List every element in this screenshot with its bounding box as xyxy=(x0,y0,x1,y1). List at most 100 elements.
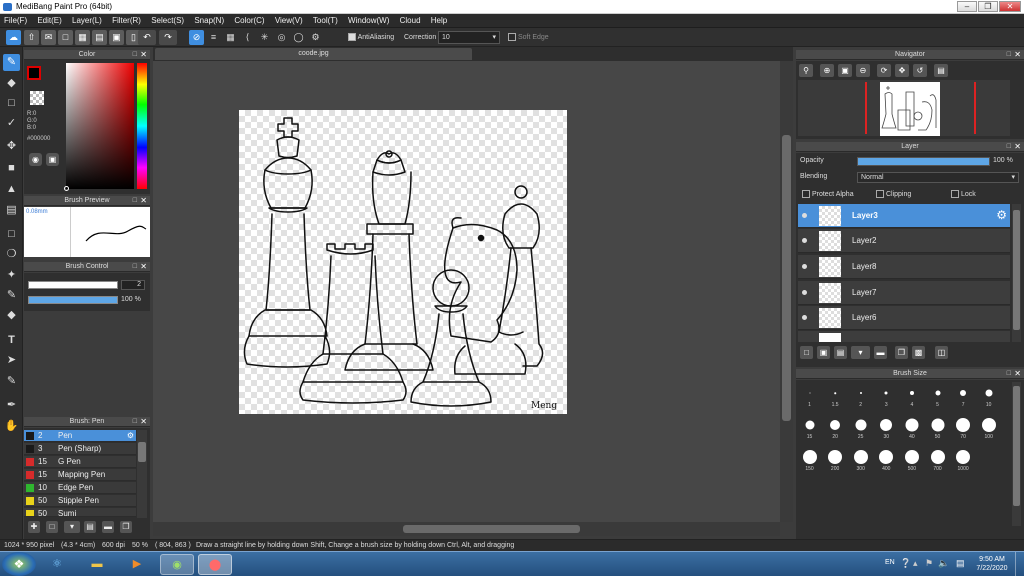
brush-size-option[interactable]: 700 xyxy=(925,447,950,472)
vertical-scroll-thumb[interactable] xyxy=(782,135,791,421)
magic-wand-icon[interactable]: ✦ xyxy=(3,267,20,284)
palette-icon[interactable]: ◉ xyxy=(29,153,42,166)
brush-item-mapping-pen[interactable]: 15 Mapping Pen xyxy=(24,469,136,481)
menu-window[interactable]: Window(W) xyxy=(344,14,393,28)
horizontal-scroll-thumb[interactable] xyxy=(403,525,580,533)
menu-file[interactable]: File(F) xyxy=(0,14,31,28)
flip-icon[interactable]: ▤ xyxy=(934,64,948,77)
eye-icon[interactable] xyxy=(802,315,807,320)
cloud-icon[interactable]: ☁ xyxy=(6,30,21,45)
close-icon[interactable]: ✕ xyxy=(140,196,147,206)
canvas-horizontal-scrollbar[interactable] xyxy=(153,522,780,536)
menu-help[interactable]: Help xyxy=(427,14,451,28)
brush-size-option[interactable]: 400 xyxy=(874,447,899,472)
radial-snap-icon[interactable]: ✳ xyxy=(257,30,272,45)
brush-size-option[interactable]: 1 xyxy=(797,383,822,408)
menu-tool[interactable]: Tool(T) xyxy=(309,14,342,28)
parallel-snap-icon[interactable]: ≡ xyxy=(206,30,221,45)
brush-item-g-pen[interactable]: 15 G Pen xyxy=(24,456,136,468)
brush-size-scrollbar[interactable] xyxy=(1012,382,1021,526)
help-tray-icon[interactable]: ❔ xyxy=(900,558,911,569)
layer-row-partial[interactable] xyxy=(798,331,1010,342)
correction-select[interactable]: 10 ▾ xyxy=(438,31,500,44)
fit-screen-icon[interactable]: ✥ xyxy=(895,64,909,77)
brush-size-option[interactable]: 15 xyxy=(797,415,822,440)
brush-opacity-slider[interactable] xyxy=(28,296,118,304)
float-icon[interactable]: □ xyxy=(133,50,137,60)
eye-icon[interactable] xyxy=(802,290,807,295)
menu-cloud[interactable]: Cloud xyxy=(396,14,425,28)
snap-settings-icon[interactable]: ⚙ xyxy=(308,30,323,45)
brush-menu-icon[interactable]: ▾ xyxy=(64,521,80,533)
brush-item-edge-pen[interactable]: 10 Edge Pen xyxy=(24,482,136,494)
document-tab[interactable]: coode.jpg xyxy=(155,48,472,60)
float-icon[interactable]: □ xyxy=(133,196,137,206)
antialiasing-checkbox[interactable] xyxy=(348,33,356,42)
brush-list-scrollbar[interactable] xyxy=(137,430,147,518)
layer-row-layer6[interactable]: Layer6 xyxy=(798,306,1010,330)
brush-size-option[interactable]: 50 xyxy=(925,415,950,440)
fill-rect-icon[interactable]: ■ xyxy=(3,160,20,177)
actual-size-icon[interactable]: ▣ xyxy=(838,64,852,77)
scroll-thumb[interactable] xyxy=(138,442,146,462)
layer-row-layer2[interactable]: Layer2 xyxy=(798,229,1010,253)
float-icon[interactable]: □ xyxy=(1007,142,1011,152)
brush-item-pen-sharp[interactable]: 3 Pen (Sharp) xyxy=(24,443,136,455)
reset-view-icon[interactable]: ↺ xyxy=(913,64,927,77)
file-explorer-icon[interactable]: ▬ xyxy=(80,554,114,575)
brush-size-option[interactable]: 300 xyxy=(848,447,873,472)
windows-start-icon[interactable]: ❖ xyxy=(2,552,36,576)
soft-edge-checkbox[interactable] xyxy=(508,33,516,42)
select-eraser-icon[interactable]: ◆ xyxy=(3,307,20,324)
foreground-color-swatch[interactable] xyxy=(27,66,41,80)
delete-layer-icon[interactable]: ◫ xyxy=(935,346,948,359)
grid-snap-icon[interactable]: ▦ xyxy=(223,30,238,45)
layer-row-layer3[interactable]: Layer3 ⚙ xyxy=(798,204,1010,228)
close-icon[interactable]: ✕ xyxy=(140,262,147,272)
close-icon[interactable]: ✕ xyxy=(1014,142,1021,152)
protect-alpha-checkbox[interactable] xyxy=(802,190,810,199)
layer-row-layer8[interactable]: Layer8 xyxy=(798,255,1010,279)
comment-icon[interactable]: ✉ xyxy=(41,30,56,45)
brush-size-option[interactable]: 2 xyxy=(848,383,873,408)
menu-edit[interactable]: Edit(E) xyxy=(33,14,65,28)
hand-tool-icon[interactable]: ✋ xyxy=(3,418,20,435)
new-halftone-layer-icon[interactable]: ▣ xyxy=(817,346,830,359)
zoom-in-icon[interactable]: ⊕ xyxy=(820,64,834,77)
concentric-snap-icon[interactable]: ◎ xyxy=(274,30,289,45)
save-icon[interactable]: ▦ xyxy=(75,30,90,45)
brush-size-option[interactable]: 5 xyxy=(925,383,950,408)
move-tool-icon[interactable]: ✥ xyxy=(3,138,20,155)
lock-checkbox[interactable] xyxy=(951,190,959,199)
float-icon[interactable]: □ xyxy=(133,417,137,427)
soft-edge-option[interactable]: Soft Edge xyxy=(508,33,549,43)
language-indicator[interactable]: EN xyxy=(885,559,895,566)
clipping-checkbox[interactable] xyxy=(876,190,884,199)
layer-opacity-slider[interactable] xyxy=(857,157,990,166)
eye-icon[interactable] xyxy=(802,238,807,243)
menu-filter[interactable]: Filter(R) xyxy=(108,14,145,28)
rotate-icon[interactable]: ⟳ xyxy=(877,64,891,77)
brush-size-option[interactable]: 7 xyxy=(951,383,976,408)
brush-folder-icon[interactable]: ▬ xyxy=(102,521,114,533)
select-pen-icon[interactable]: ✓ xyxy=(3,115,20,132)
eye-icon[interactable] xyxy=(802,213,807,218)
new-8bit-layer-icon[interactable]: ▤ xyxy=(834,346,847,359)
brush-size-option[interactable]: 40 xyxy=(899,415,924,440)
add-layer-menu-icon[interactable]: ▾ xyxy=(851,346,870,359)
medibang-app-icon[interactable]: ⬤ xyxy=(198,554,232,575)
gradient-tool-icon[interactable]: ▤ xyxy=(3,202,20,219)
canvas-vertical-scrollbar[interactable] xyxy=(780,61,793,522)
transparent-color-swatch[interactable] xyxy=(30,91,44,105)
blending-select[interactable]: Normal ▾ xyxy=(857,172,1019,183)
close-icon[interactable]: ✕ xyxy=(140,417,147,427)
undo-icon[interactable]: ↶ xyxy=(138,30,156,45)
brush-size-value[interactable]: 2 xyxy=(121,280,145,290)
brush-size-option[interactable]: 70 xyxy=(951,415,976,440)
perspective-snap-icon[interactable]: ⟨ xyxy=(240,30,255,45)
eyedropper-icon[interactable]: ✒ xyxy=(3,397,20,414)
antialiasing-option[interactable]: AntiAliasing xyxy=(348,33,394,43)
brush-size-option[interactable]: 1000 xyxy=(951,447,976,472)
rect-select-icon[interactable]: □ xyxy=(3,226,20,243)
hue-slider[interactable] xyxy=(137,63,147,189)
